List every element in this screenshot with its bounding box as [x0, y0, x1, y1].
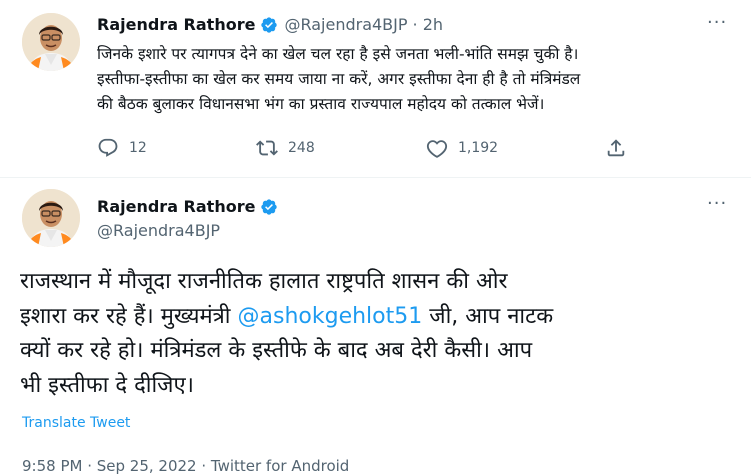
reply-icon [98, 138, 118, 157]
tweet-text-line: भी इस्तीफा दे दीजिए। [20, 372, 194, 398]
avatar-image [22, 189, 80, 247]
tweet-text-line: क्यों कर रहे हो। मंत्रिमंडल के इस्तीफे क… [20, 338, 533, 363]
author-handle[interactable]: @Rajendra4BJP [97, 221, 220, 240]
tweet-text-line: इशारा कर रहे हैं। मुख्यमंत्री @ashokgehl… [20, 300, 735, 335]
avatar[interactable] [22, 13, 80, 71]
retweet-button[interactable]: 248 [256, 137, 315, 159]
translate-tweet-link[interactable]: Translate Tweet [22, 415, 130, 431]
like-count: 1,192 [458, 140, 499, 156]
author-name[interactable]: Rajendra Rathore [97, 197, 255, 216]
tweet-text-segment: जी, आप नाटक [422, 303, 554, 329]
tweet-text-line: की बैठक बुलाकर विधानसभा भंग का प्रस्ताव … [97, 95, 545, 113]
retweet-count: 248 [288, 140, 315, 156]
author-name[interactable]: Rajendra Rathore [97, 15, 255, 34]
mention-link[interactable]: @ashokgehlot51 [238, 304, 423, 329]
tweet-text-line: राजस्थान में मौजूदा राजनीतिक हालात राष्ट… [20, 269, 508, 294]
verified-badge-icon [261, 198, 278, 215]
share-icon [607, 139, 625, 157]
more-options-icon[interactable]: ··· [707, 12, 727, 33]
tweet-text: राजस्थान में मौजूदा राजनीतिक हालात राष्ट… [20, 265, 735, 403]
more-options-icon[interactable]: ··· [707, 193, 727, 214]
tweet-text-line: इस्तीफा-इस्तीफा का खेल कर समय जाया ना कर… [97, 70, 581, 88]
reply-button[interactable]: 12 [97, 137, 147, 159]
tweet-metadata[interactable]: 9:58 PM · Sep 25, 2022 · Twitter for And… [22, 457, 349, 475]
reply-count: 12 [129, 140, 147, 156]
retweet-icon [256, 140, 278, 156]
tweet-timestamp[interactable]: · 2h [413, 15, 444, 34]
tweet-text: जिनके इशारे पर त्यागपत्र देने का खेल चल … [97, 42, 737, 117]
avatar-image [22, 13, 80, 71]
share-button[interactable] [605, 137, 637, 159]
author-handle[interactable]: @Rajendra4BJP [284, 15, 407, 34]
avatar[interactable] [22, 189, 80, 247]
like-button[interactable]: 1,192 [426, 137, 498, 159]
tweet-divider [0, 177, 751, 178]
tweet-text-segment: इशारा कर रहे हैं। मुख्यमंत्री [20, 303, 238, 329]
verified-badge-icon [261, 16, 278, 33]
like-icon [426, 140, 448, 158]
tweet-text-line: जिनके इशारे पर त्यागपत्र देने का खेल चल … [97, 45, 579, 63]
